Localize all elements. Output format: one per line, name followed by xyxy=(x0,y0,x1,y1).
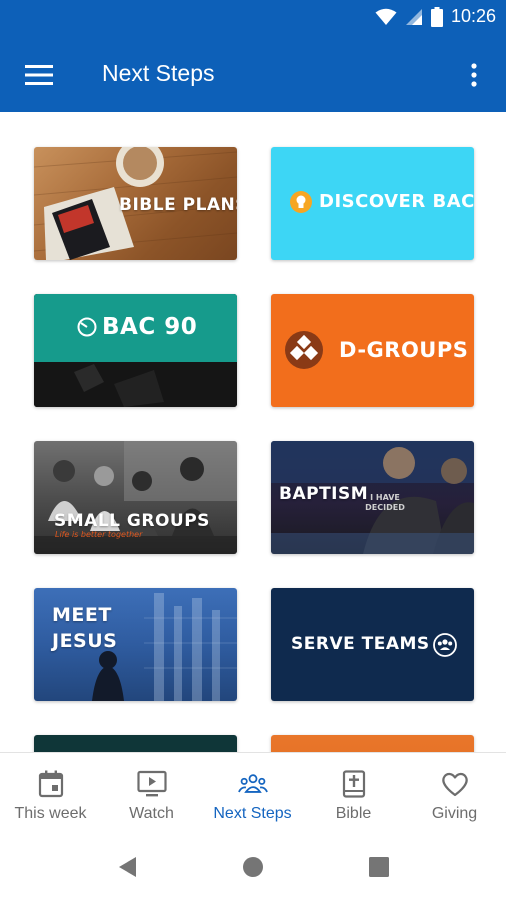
more-vert-icon xyxy=(471,63,477,87)
tile-sublabel: Life is better together xyxy=(55,530,143,539)
cell-signal-icon xyxy=(405,8,422,25)
tile-label: SMALL GROUPS xyxy=(54,511,210,531)
back-triangle-icon xyxy=(119,857,136,877)
status-bar: 10:26 xyxy=(0,0,506,36)
status-time: 10:26 xyxy=(450,6,496,26)
d-groups-icon xyxy=(285,331,323,369)
people-group-icon xyxy=(237,774,268,793)
system-recents-button[interactable] xyxy=(364,852,394,882)
tile-label-line-2: JESUS xyxy=(52,630,118,652)
tile-label: DISCOVER BAC xyxy=(319,191,474,212)
baptism-shirt-text: I HAVE DECIDED xyxy=(365,493,405,512)
calendar-icon xyxy=(38,770,63,798)
tile-label: D-GROUPS xyxy=(339,338,469,362)
tile-d-groups[interactable]: D-GROUPS xyxy=(271,294,474,407)
timer-icon xyxy=(77,317,97,337)
tile-serve-teams[interactable]: SERVE TEAMS xyxy=(271,588,474,701)
serve-teams-icon xyxy=(433,633,457,657)
system-home-button[interactable] xyxy=(238,852,268,882)
bottom-navigation: This week Watch Next Steps Bible Giving xyxy=(0,752,506,832)
tile-label: BAC 90 xyxy=(102,314,198,340)
battery-icon xyxy=(430,6,443,27)
nav-label: Watch xyxy=(129,805,174,822)
nav-label: This week xyxy=(14,805,87,822)
nav-giving[interactable]: Giving xyxy=(404,753,505,833)
hamburger-icon xyxy=(25,65,53,85)
nav-watch[interactable]: Watch xyxy=(101,753,202,833)
recents-square-icon xyxy=(369,857,389,877)
app-bar: Next Steps xyxy=(0,36,506,112)
nav-bible[interactable]: Bible xyxy=(303,753,404,833)
wifi-icon xyxy=(375,8,397,25)
lightbulb-icon xyxy=(290,191,312,213)
next-steps-grid: BIBLE PLANS DISCOVER BAC BAC 90 D-GROUPS… xyxy=(0,112,506,752)
tile-small-groups[interactable]: SMALL GROUPS Life is better together xyxy=(34,441,237,554)
tile-baptism[interactable]: I HAVE DECIDED BAPTISM xyxy=(271,441,474,554)
heart-icon xyxy=(441,772,468,797)
nav-next-steps[interactable]: Next Steps xyxy=(202,753,303,833)
status-icons: 10:26 xyxy=(375,6,496,27)
tile-bac-90[interactable]: BAC 90 xyxy=(34,294,237,407)
tile-partial-left[interactable] xyxy=(34,735,237,752)
page-title: Next Steps xyxy=(102,60,215,86)
tile-discover-bac[interactable]: DISCOVER BAC xyxy=(271,147,474,260)
tile-label: BAPTISM xyxy=(279,484,369,504)
system-back-button[interactable] xyxy=(112,852,142,882)
tile-bible-plans[interactable]: BIBLE PLANS xyxy=(34,147,237,260)
app-screen: 10:26 Next Steps BIBLE PLANS DISCOVER BA… xyxy=(0,0,506,900)
tile-label: BIBLE PLANS xyxy=(119,195,237,215)
tile-partial-right[interactable] xyxy=(271,735,474,752)
system-navigation-bar xyxy=(0,832,506,900)
nav-label: Giving xyxy=(431,805,478,822)
tile-label-line-1: MEET xyxy=(52,604,112,626)
tile-meet-jesus[interactable]: MEET JESUS xyxy=(34,588,237,701)
overflow-menu-button[interactable] xyxy=(462,58,486,92)
nav-label: Next Steps xyxy=(213,805,292,822)
tile-label: SERVE TEAMS xyxy=(291,634,430,654)
home-circle-icon xyxy=(243,857,263,877)
bible-icon xyxy=(342,770,365,798)
menu-button[interactable] xyxy=(22,58,56,92)
bac90-photo-strip xyxy=(34,362,237,407)
play-screen-icon xyxy=(136,770,167,797)
nav-this-week[interactable]: This week xyxy=(0,753,101,833)
nav-label: Bible xyxy=(335,805,372,822)
